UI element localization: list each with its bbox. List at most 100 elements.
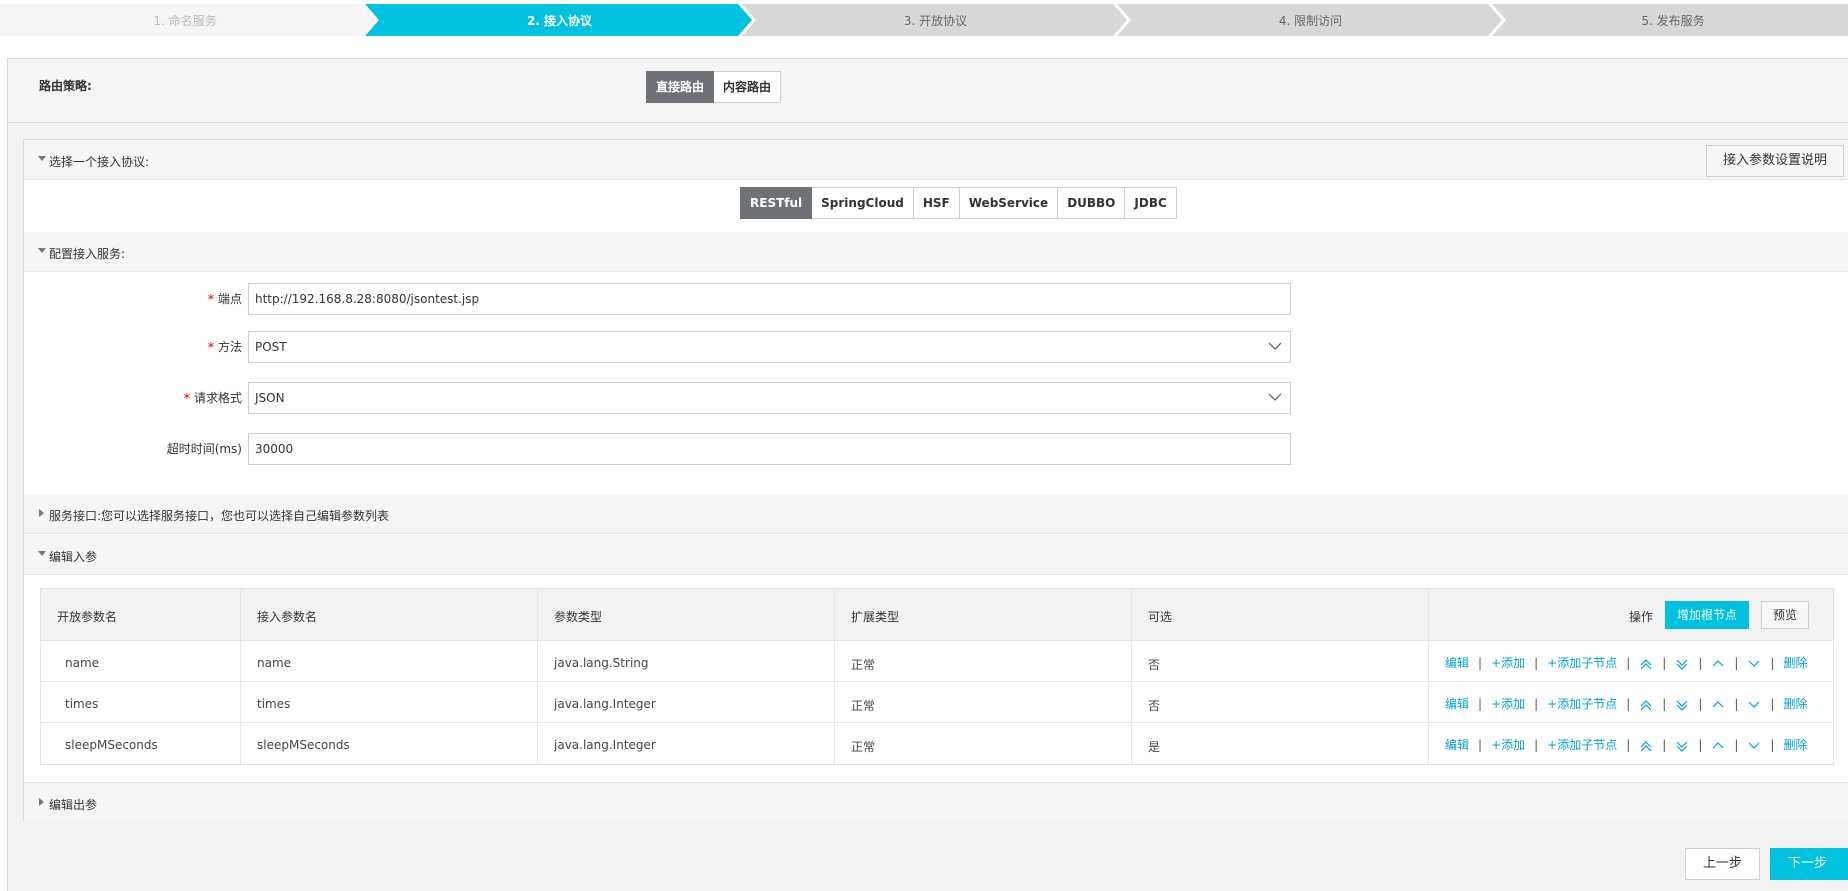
ops-separator: | <box>1534 697 1539 711</box>
edit-link[interactable]: 编辑 <box>1445 656 1469 670</box>
chevron-down-icon <box>1268 393 1282 401</box>
cell-optional: 是 <box>1132 723 1429 764</box>
add-child-link[interactable]: +添加子节点 <box>1547 656 1617 670</box>
up-icon[interactable] <box>1711 739 1725 753</box>
cell-access-name: sleepMSeconds <box>241 723 538 764</box>
down-icon[interactable] <box>1747 739 1761 753</box>
protocol-restful[interactable]: RESTful <box>740 187 813 219</box>
method-row: * 方法 POST <box>24 331 1324 363</box>
cell-type: java.lang.String <box>538 641 835 681</box>
service-interface-title: 服务接口:您可以选择服务接口，您也可以选择自己编辑参数列表 <box>49 509 390 523</box>
route-direct-button[interactable]: 直接路由 <box>646 71 715 103</box>
double-down-icon[interactable] <box>1675 698 1689 712</box>
delete-link[interactable]: 删除 <box>1783 697 1807 711</box>
protocol-webservice[interactable]: WebService <box>959 187 1059 219</box>
timeout-input[interactable]: 30000 <box>248 433 1291 465</box>
ops-separator: | <box>1662 697 1667 711</box>
config-section-header[interactable]: 配置接入服务: <box>24 232 1848 272</box>
col-open-name: 开放参数名 <box>41 589 241 640</box>
down-icon[interactable] <box>1747 698 1761 712</box>
add-link[interactable]: +添加 <box>1491 738 1525 752</box>
double-up-icon[interactable] <box>1639 698 1653 712</box>
cell-access-name: name <box>241 641 538 681</box>
edit-link[interactable]: 编辑 <box>1445 738 1469 752</box>
ops-separator: | <box>1478 738 1483 752</box>
protocol-springcloud[interactable]: SpringCloud <box>812 187 914 219</box>
main-panel: 路由策略: 直接路由 内容路由 选择一个接入协议: 接入参数设置说明 RESTf… <box>7 58 1848 891</box>
ops-separator: | <box>1698 738 1703 752</box>
step-2[interactable]: 2. 接入协议 <box>372 0 747 40</box>
cell-ext: 正常 <box>835 723 1132 764</box>
protocol-dubbo[interactable]: DUBBO <box>1058 187 1126 219</box>
route-strategy-toggle: 直接路由 内容路由 <box>646 71 782 103</box>
double-down-icon[interactable] <box>1675 657 1689 671</box>
double-up-icon[interactable] <box>1639 657 1653 671</box>
cell-open-name: sleepMSeconds <box>41 723 241 764</box>
required-mark: * <box>207 340 214 354</box>
ops-separator: | <box>1534 738 1539 752</box>
protocol-jdbc[interactable]: JDBC <box>1125 187 1177 219</box>
ops-separator: | <box>1734 738 1739 752</box>
collapse-down-icon <box>38 156 46 161</box>
input-params-header[interactable]: 编辑入参 <box>24 535 1848 575</box>
edit-link[interactable]: 编辑 <box>1445 697 1469 711</box>
service-interface-header[interactable]: 服务接口:您可以选择服务接口，您也可以选择自己编辑参数列表 <box>24 494 1848 534</box>
cell-open-name: times <box>41 682 241 722</box>
down-icon[interactable] <box>1747 657 1761 671</box>
table-row: name name java.lang.String 正常否编辑 | +添加 | +添加子节点… <box>41 641 1833 682</box>
col-optional: 可选 <box>1132 589 1429 640</box>
method-label: * 方法 <box>207 340 242 354</box>
param-help-button[interactable]: 接入参数设置说明 <box>1705 145 1844 177</box>
protocol-toggle: RESTful SpringCloud HSF WebService DUBBO… <box>740 187 1177 219</box>
add-child-link[interactable]: +添加子节点 <box>1547 697 1617 711</box>
cell-operations: 编辑 | +添加 | +添加子节点 | | | | | 删除 <box>1429 682 1835 722</box>
format-select[interactable]: JSON <box>248 382 1291 414</box>
timeout-row: 超时时间(ms) 30000 <box>24 433 1324 465</box>
cell-operations: 编辑 | +添加 | +添加子节点 | | | | | 删除 <box>1429 641 1835 681</box>
step-1[interactable]: 1. 命名服务 <box>0 0 370 40</box>
add-root-node-button[interactable]: 增加根节点 <box>1665 601 1750 629</box>
collapse-down-icon <box>38 551 46 556</box>
ops-separator: | <box>1698 697 1703 711</box>
add-child-link[interactable]: +添加子节点 <box>1547 738 1617 752</box>
ops-separator: | <box>1626 656 1631 670</box>
up-icon[interactable] <box>1711 698 1725 712</box>
add-link[interactable]: +添加 <box>1491 656 1525 670</box>
method-select[interactable]: POST <box>248 331 1291 363</box>
table-header-row: 开放参数名 接入参数名 参数类型 扩展类型 可选 操作 增加根节点 预览 <box>41 589 1833 641</box>
collapse-right-icon <box>39 798 44 806</box>
cell-open-name: name <box>41 641 241 681</box>
delete-link[interactable]: 删除 <box>1783 656 1807 670</box>
endpoint-row: * 端点 http://192.168.8.28:8080/jsontest.js… <box>24 283 1324 315</box>
output-params-title: 编辑出参 <box>49 798 98 812</box>
chevron-down-icon <box>1268 342 1282 350</box>
ops-separator: | <box>1534 656 1539 670</box>
ops-separator: | <box>1478 697 1483 711</box>
required-mark: * <box>207 292 214 306</box>
protocol-hsf[interactable]: HSF <box>913 187 960 219</box>
prev-step-button[interactable]: 上一步 <box>1685 848 1761 880</box>
endpoint-input[interactable]: http://192.168.8.28:8080/jsontest.jsp <box>248 283 1291 315</box>
config-section-title: 配置接入服务: <box>49 247 126 261</box>
step-3[interactable]: 3. 开放协议 <box>748 0 1123 40</box>
route-strategy-label: 路由策略: <box>39 79 92 93</box>
route-content-button[interactable]: 内容路由 <box>714 71 782 103</box>
ops-separator: | <box>1734 656 1739 670</box>
step-4[interactable]: 4. 限制访问 <box>1123 0 1498 40</box>
add-link[interactable]: +添加 <box>1491 697 1525 711</box>
up-icon[interactable] <box>1711 657 1725 671</box>
format-row: * 请求格式 JSON <box>24 382 1324 414</box>
protocol-section-header[interactable]: 选择一个接入协议: 接入参数设置说明 <box>24 140 1848 180</box>
ops-separator: | <box>1770 738 1775 752</box>
next-step-button[interactable]: 下一步 <box>1770 848 1848 880</box>
delete-link[interactable]: 删除 <box>1783 738 1807 752</box>
endpoint-label: * 端点 <box>207 292 242 306</box>
table-row: times times java.lang.Integer 正常否编辑 | +添加 | +添加… <box>41 682 1833 723</box>
double-down-icon[interactable] <box>1675 739 1689 753</box>
preview-button[interactable]: 预览 <box>1761 601 1810 629</box>
output-params-header[interactable]: 编辑出参 <box>24 782 1848 822</box>
double-up-icon[interactable] <box>1639 739 1653 753</box>
format-label: * 请求格式 <box>183 391 242 405</box>
required-mark: * <box>183 391 190 405</box>
step-5[interactable]: 5. 发布服务 <box>1498 0 1848 40</box>
